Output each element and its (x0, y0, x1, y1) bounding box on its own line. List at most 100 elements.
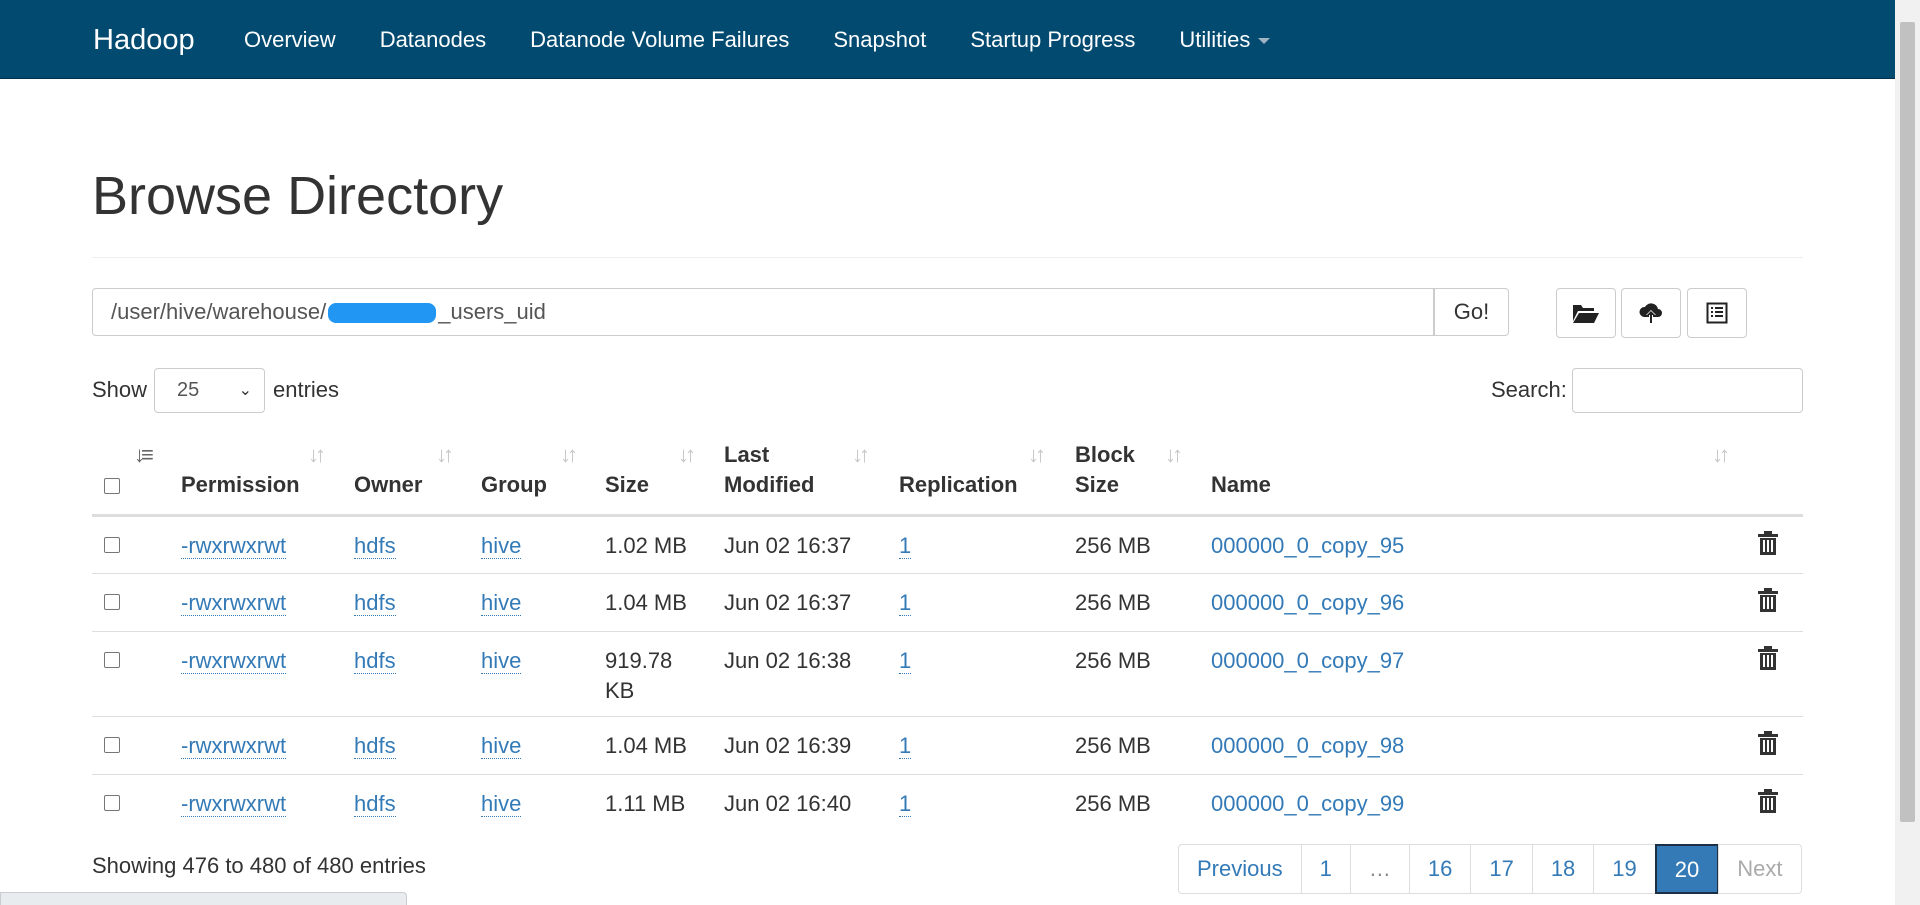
file-name-link[interactable]: 000000_0_copy_96 (1211, 590, 1404, 615)
col-header-last-modified-line1: Last (724, 442, 770, 467)
nav-datanodes[interactable]: Datanodes (358, 0, 508, 80)
owner-link[interactable]: hdfs (354, 648, 396, 674)
select-all-checkbox[interactable] (104, 478, 120, 494)
path-prefix: /user/hive/warehouse/ (111, 299, 327, 324)
col-header-name[interactable]: Name (1211, 470, 1271, 500)
file-name-link[interactable]: 000000_0_copy_98 (1211, 733, 1404, 758)
top-navbar: Hadoop Overview Datanodes Datanode Volum… (0, 0, 1895, 79)
sort-icon[interactable]: ↓↑ (852, 442, 870, 468)
replication-link[interactable]: 1 (899, 533, 912, 559)
col-header-permission[interactable]: Permission (181, 470, 300, 500)
permission-link[interactable]: -rwxrwxrwt (181, 533, 287, 559)
permission-link[interactable]: -rwxrwxrwt (181, 791, 287, 817)
sort-icon[interactable]: ↓↑ (1028, 442, 1046, 468)
permission-link[interactable]: -rwxrwxrwt (181, 590, 287, 616)
vertical-scrollbar[interactable] (1895, 0, 1920, 905)
permission-link[interactable]: -rwxrwxrwt (181, 733, 287, 759)
cut-paste-button[interactable] (1687, 288, 1747, 338)
file-name-link[interactable]: 000000_0_copy_97 (1211, 648, 1404, 673)
sort-icon[interactable]: ↓↑ (1165, 442, 1183, 468)
row-checkbox[interactable] (104, 537, 120, 553)
entries-per-page-select[interactable]: 25 ⌄ (154, 368, 265, 413)
page-link[interactable]: 1 (1300, 844, 1351, 894)
nav-overview[interactable]: Overview (222, 0, 358, 80)
file-name-link[interactable]: 000000_0_copy_99 (1211, 791, 1404, 816)
go-button[interactable]: Go! (1434, 288, 1509, 336)
trash-icon (1758, 588, 1778, 612)
col-header-block-size[interactable]: Block Size (1075, 440, 1135, 500)
col-header-group[interactable]: Group (481, 470, 547, 500)
block-size-value: 256 MB (1075, 733, 1151, 758)
group-link[interactable]: hive (481, 733, 522, 759)
delete-file-button[interactable] (1758, 588, 1778, 618)
sort-icon[interactable]: ↓↑ (678, 442, 696, 468)
nav-datanode-volume-failures[interactable]: Datanode Volume Failures (508, 0, 811, 80)
scrollbar-thumb[interactable] (1900, 22, 1915, 822)
cloud-upload-icon (1639, 303, 1662, 323)
owner-link[interactable]: hdfs (354, 791, 396, 817)
page-link[interactable]: 16 (1408, 844, 1472, 894)
replication-link[interactable]: 1 (899, 733, 912, 759)
last-modified-value: Jun 02 16:40 (724, 791, 852, 816)
col-header-block-size-line2: Size (1075, 472, 1120, 497)
sort-icon[interactable]: ↓↑ (436, 442, 454, 468)
trash-icon (1758, 731, 1778, 755)
directory-path-input[interactable]: /user/hive/warehouse/ _users_uid (92, 288, 1434, 336)
divider (92, 257, 1803, 258)
last-modified-value: Jun 02 16:38 (724, 648, 852, 673)
page-link[interactable]: 18 (1531, 844, 1595, 894)
folder-open-icon (1573, 305, 1599, 323)
col-header-last-modified[interactable]: Last Modified (724, 440, 814, 500)
replication-link[interactable]: 1 (899, 791, 912, 817)
block-size-value: 256 MB (1075, 533, 1151, 558)
nav-utilities-dropdown[interactable]: Utilities (1157, 0, 1292, 80)
replication-link[interactable]: 1 (899, 590, 912, 616)
col-header-size[interactable]: Size (605, 470, 649, 500)
delete-file-button[interactable] (1758, 731, 1778, 761)
row-checkbox[interactable] (104, 652, 120, 668)
sort-icon[interactable]: ↓↑ (1712, 442, 1730, 468)
group-link[interactable]: hive (481, 533, 522, 559)
col-header-owner[interactable]: Owner (354, 470, 422, 500)
page-link[interactable]: 19 (1593, 844, 1656, 894)
row-checkbox[interactable] (104, 737, 120, 753)
permission-link[interactable]: -rwxrwxrwt (181, 648, 287, 674)
delete-file-button[interactable] (1758, 789, 1778, 819)
row-checkbox[interactable] (104, 594, 120, 610)
pagination-previous[interactable]: Previous (1178, 844, 1302, 894)
group-link[interactable]: hive (481, 648, 522, 674)
create-directory-button[interactable] (1556, 288, 1616, 338)
sort-active-icon[interactable]: ↓≡ (134, 442, 154, 468)
delete-file-button[interactable] (1758, 646, 1778, 676)
upload-file-button[interactable] (1621, 288, 1681, 338)
last-modified-value: Jun 02 16:39 (724, 733, 852, 758)
page-link-current[interactable]: 20 (1654, 844, 1720, 894)
file-name-link[interactable]: 000000_0_copy_95 (1211, 533, 1404, 558)
page-title: Browse Directory (92, 166, 504, 226)
replication-link[interactable]: 1 (899, 648, 912, 674)
sort-icon[interactable]: ↓↑ (560, 442, 578, 468)
group-link[interactable]: hive (481, 590, 522, 616)
caret-down-icon (1258, 38, 1271, 45)
row-checkbox[interactable] (104, 795, 120, 811)
delete-file-button[interactable] (1758, 531, 1778, 561)
nav-menu: Overview Datanodes Datanode Volume Failu… (222, 0, 1292, 80)
sort-icon[interactable]: ↓↑ (308, 442, 326, 468)
col-header-replication[interactable]: Replication (899, 470, 1018, 500)
list-alt-icon (1706, 302, 1728, 324)
size-unit: KB (605, 678, 635, 703)
nav-snapshot[interactable]: Snapshot (811, 0, 948, 80)
pagination: Previous 1 … 16 17 18 19 20 Next (1178, 844, 1802, 894)
pagination-next[interactable]: Next (1718, 844, 1802, 894)
brand-logo[interactable]: Hadoop (93, 0, 195, 80)
owner-link[interactable]: hdfs (354, 533, 396, 559)
search-input[interactable] (1572, 368, 1803, 413)
block-size-value: 256 MB (1075, 648, 1151, 673)
group-link[interactable]: hive (481, 791, 522, 817)
nav-startup-progress[interactable]: Startup Progress (948, 0, 1157, 80)
owner-link[interactable]: hdfs (354, 590, 396, 616)
page-link[interactable]: 17 (1470, 844, 1533, 894)
last-modified-value: Jun 02 16:37 (724, 590, 852, 615)
table-row: -rwxrwxrwt hdfs hive 919.78 KB Jun 02 16… (92, 631, 1803, 716)
owner-link[interactable]: hdfs (354, 733, 396, 759)
